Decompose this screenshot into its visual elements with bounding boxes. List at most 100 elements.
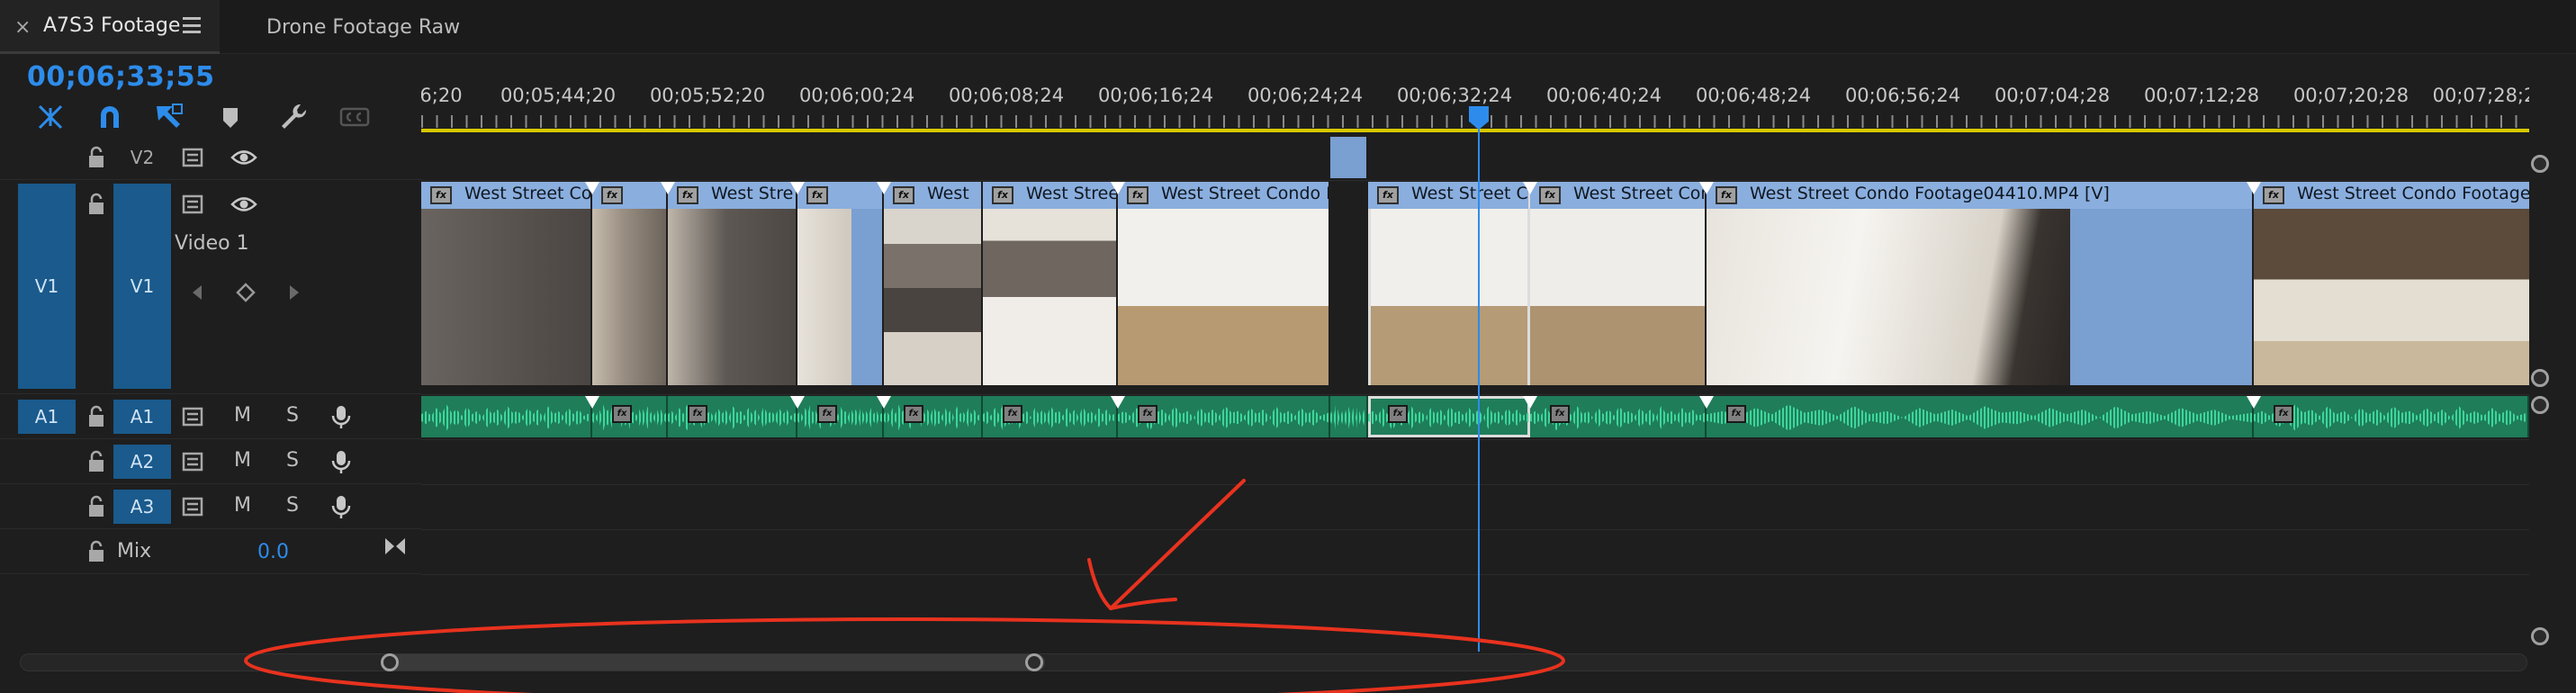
sync-lock-icon[interactable] bbox=[180, 191, 207, 218]
track-target-v1[interactable]: V1 bbox=[113, 184, 171, 389]
voiceover-mic-icon[interactable] bbox=[328, 448, 355, 475]
panel-tab-bar: × A7S3 Footage Drone Footage Raw bbox=[0, 0, 2576, 54]
video-clip[interactable]: fx West Street Con bbox=[1530, 182, 1707, 385]
ruler-label: 00;07;20;28 bbox=[2292, 85, 2409, 106]
tab-label: A7S3 Footage bbox=[43, 14, 181, 37]
eye-icon[interactable] bbox=[230, 144, 257, 171]
wrench-icon[interactable] bbox=[277, 101, 310, 133]
clip-name: West Street C bbox=[1411, 184, 1528, 203]
clip-thumbnail bbox=[668, 209, 796, 385]
solo-button[interactable]: S bbox=[286, 449, 299, 472]
track-target-a2[interactable]: A2 bbox=[113, 445, 171, 479]
audio-clip[interactable]: fx bbox=[797, 396, 884, 437]
video-clip[interactable]: fx West Stre bbox=[668, 182, 797, 385]
video-clip[interactable]: fx bbox=[797, 182, 884, 385]
captions-icon[interactable] bbox=[338, 101, 371, 133]
video-clip[interactable]: fx West Street Condo Footage04410.MP4 [V] bbox=[1707, 182, 2254, 385]
sync-lock-icon[interactable] bbox=[180, 448, 207, 475]
sync-lock-icon[interactable] bbox=[180, 493, 207, 520]
ruler-label: 00;06;56;24 bbox=[1844, 85, 1961, 106]
v2-clip[interactable] bbox=[1330, 137, 1366, 178]
sync-lock-icon[interactable] bbox=[180, 403, 207, 430]
playhead-timecode[interactable]: 00;06;33;55 bbox=[27, 61, 214, 93]
mix-label: Mix bbox=[117, 540, 152, 562]
video-clip[interactable]: fx West bbox=[884, 182, 983, 385]
sync-lock-icon[interactable] bbox=[180, 144, 207, 171]
fx-badge: fx bbox=[688, 405, 707, 423]
go-to-end-icon[interactable] bbox=[382, 533, 409, 560]
vertical-zoom-handle-top[interactable] bbox=[2531, 155, 2549, 173]
magnet-icon[interactable] bbox=[94, 101, 126, 133]
voiceover-mic-icon[interactable] bbox=[328, 403, 355, 430]
tab-a7s3-footage[interactable]: × A7S3 Footage bbox=[0, 0, 220, 54]
track-divider bbox=[421, 529, 2529, 530]
lock-icon[interactable] bbox=[83, 493, 110, 520]
audio-clip[interactable]: fx bbox=[2254, 396, 2529, 437]
video-clip[interactable]: fx West Street Co bbox=[421, 182, 592, 385]
eye-icon[interactable] bbox=[230, 191, 257, 218]
panel-menu-icon[interactable] bbox=[183, 17, 201, 33]
audio-clip[interactable]: fx bbox=[1530, 396, 1707, 437]
linked-selection-icon[interactable] bbox=[153, 101, 185, 133]
track-divider bbox=[421, 394, 2529, 395]
video-clip[interactable]: fx West Street Condo Fo bbox=[1118, 182, 1330, 385]
video-clip-selected[interactable]: fx West Street C bbox=[1368, 182, 1530, 385]
zoom-handle-left[interactable] bbox=[381, 653, 399, 671]
track-target-a3[interactable]: A3 bbox=[113, 490, 171, 524]
voiceover-mic-icon[interactable] bbox=[328, 493, 355, 520]
video-clip[interactable]: fx West Street Condo Footage04 bbox=[2254, 182, 2529, 385]
clip-thumbnail bbox=[592, 209, 666, 385]
audio-clip[interactable]: fx bbox=[592, 396, 668, 437]
track-name[interactable]: Video 1 bbox=[175, 232, 249, 255]
timeline-tracks[interactable]: fx West Street Co fx fx West Stre fx fx Wes… bbox=[421, 135, 2529, 650]
ruler-label: 00;06;32;24 bbox=[1396, 85, 1513, 106]
horizontal-zoom-scrollbar[interactable] bbox=[20, 653, 2527, 671]
vertical-zoom-handle-bottom[interactable] bbox=[2531, 627, 2549, 645]
zoom-handle-right[interactable] bbox=[1025, 653, 1043, 671]
fx-badge: fx bbox=[1550, 405, 1570, 423]
snap-icon[interactable] bbox=[34, 101, 67, 133]
audio-clip-selected[interactable]: fx bbox=[1368, 396, 1530, 437]
add-marker-icon[interactable] bbox=[214, 101, 247, 133]
tab-close-icon[interactable]: × bbox=[14, 16, 31, 39]
track-target-v2[interactable]: V2 bbox=[113, 140, 171, 175]
fx-badge: fx bbox=[817, 405, 837, 423]
vertical-zoom-handle-middle[interactable] bbox=[2531, 369, 2549, 387]
ruler-label: 00;06;24;24 bbox=[1247, 85, 1364, 106]
previous-keyframe-icon[interactable] bbox=[184, 279, 211, 306]
solo-button[interactable]: S bbox=[286, 494, 299, 517]
lock-icon[interactable] bbox=[83, 538, 110, 565]
solo-button[interactable]: S bbox=[286, 404, 299, 427]
add-keyframe-icon[interactable] bbox=[232, 279, 259, 306]
vertical-zoom-handle-audio[interactable] bbox=[2531, 396, 2549, 414]
audio-clip[interactable] bbox=[421, 396, 592, 437]
video-clip[interactable]: fx West Stree bbox=[983, 182, 1118, 385]
lock-icon[interactable] bbox=[83, 403, 110, 430]
next-keyframe-icon[interactable] bbox=[281, 279, 308, 306]
lock-icon[interactable] bbox=[83, 448, 110, 475]
audio-clip[interactable]: fx bbox=[884, 396, 983, 437]
tab-drone-footage-raw[interactable]: Drone Footage Raw bbox=[266, 0, 460, 54]
track-header-a2: A2 M S bbox=[0, 439, 421, 484]
audio-clip[interactable]: fx bbox=[668, 396, 797, 437]
mix-volume-value[interactable]: 0.0 bbox=[257, 541, 289, 563]
zoom-scrollbar-thumb[interactable] bbox=[381, 653, 1045, 671]
track-target-a1[interactable]: A1 bbox=[113, 400, 171, 434]
track-header-v2: V2 bbox=[0, 135, 421, 180]
source-patch-a1[interactable]: A1 bbox=[18, 400, 76, 434]
mute-button[interactable]: M bbox=[234, 494, 251, 517]
audio-clip[interactable] bbox=[1330, 396, 1368, 437]
work-area-bar[interactable] bbox=[421, 129, 2529, 132]
audio-clip[interactable]: fx bbox=[1707, 396, 2254, 437]
audio-clip[interactable]: fx bbox=[983, 396, 1118, 437]
video-clip[interactable]: fx bbox=[592, 182, 668, 385]
mute-button[interactable]: M bbox=[234, 404, 251, 427]
lock-icon[interactable] bbox=[83, 144, 110, 171]
lock-icon[interactable] bbox=[83, 191, 110, 218]
source-patch-v1[interactable]: V1 bbox=[18, 184, 76, 389]
mute-button[interactable]: M bbox=[234, 449, 251, 472]
audio-waveform bbox=[1707, 404, 2252, 431]
audio-clip[interactable]: fx bbox=[1118, 396, 1330, 437]
clip-title-bar: fx West Street Condo Footage04 bbox=[2254, 182, 2529, 209]
clip-name: West Street Condo Footage04410.MP4 [V] bbox=[1750, 184, 2110, 203]
